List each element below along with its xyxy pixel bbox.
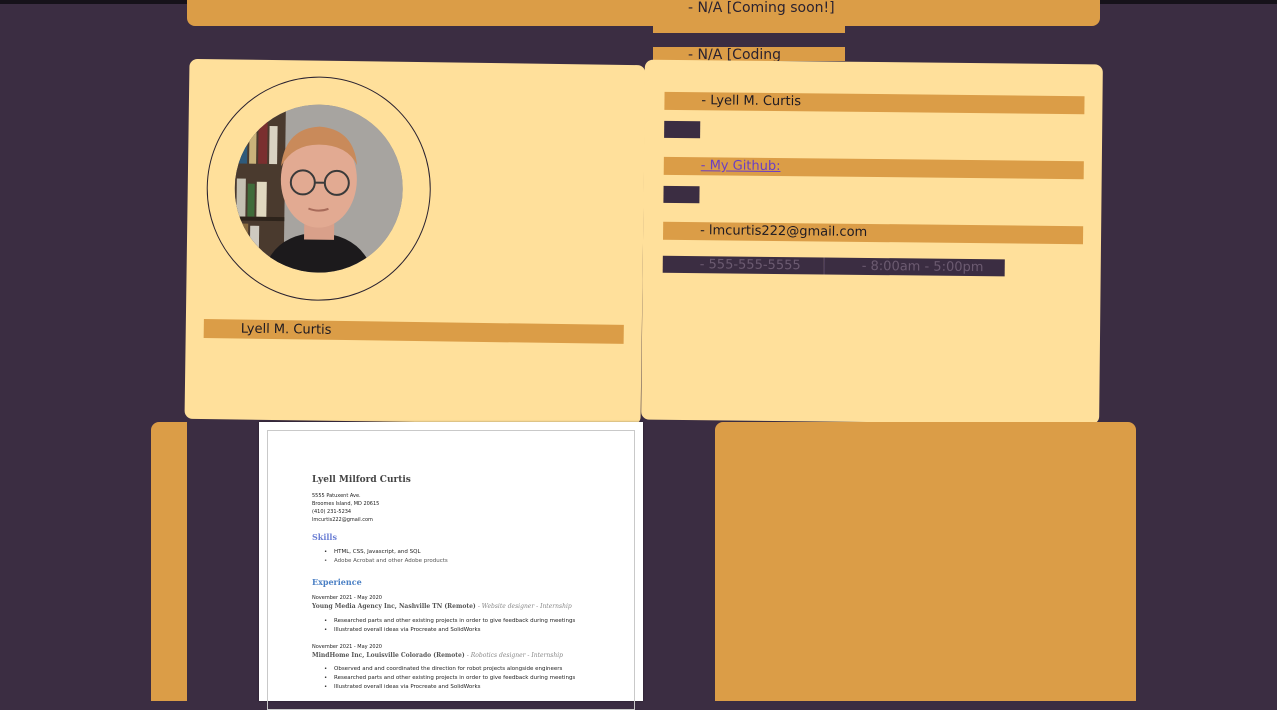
resume-preview[interactable]: Lyell Milford Curtis 5555 Patuxent Ave. … (259, 422, 643, 701)
bottom-right-panel (715, 422, 1136, 701)
contact-email: - lmcurtis222@gmail.com (663, 222, 1083, 244)
job-bullet: Illustrated overall ideas via Procreate … (334, 684, 481, 690)
github-link[interactable]: - My Github: (701, 158, 781, 174)
resume-name: Lyell Milford Curtis (312, 475, 411, 485)
divider-block (664, 121, 700, 138)
job-bullet: Researched parts and other existing proj… (334, 618, 575, 624)
job-bullet: Researched parts and other existing proj… (334, 675, 575, 681)
divider-block (663, 186, 699, 203)
github-row: - My Github: (664, 157, 1084, 179)
job-dates: November 2021 - May 2020 (312, 644, 382, 650)
job-bullet: Illustrated overall ideas via Procreate … (334, 627, 481, 633)
profile-card: Lyell M. Curtis (185, 59, 646, 425)
coming-soon-item: - N/A [Coming soon!] (653, 0, 845, 33)
skill-item: HTML, CSS, Javascript, and SQL (334, 549, 421, 555)
job-title: MindHome Inc, Louisville Colorado (Remot… (312, 652, 563, 659)
resume-page: Lyell Milford Curtis 5555 Patuxent Ave. … (267, 430, 635, 710)
resume-address-2: Broomes Island, MD 20615 (312, 501, 379, 507)
job-bullet: Observed and and coordinated the directi… (334, 666, 562, 672)
job-dates: November 2021 - May 2020 (312, 595, 382, 601)
resume-address-1: 5555 Patuxent Ave. (312, 493, 361, 499)
resume-skills-heading: Skills (312, 532, 337, 542)
resume-email: lmcurtis222@gmail.com (312, 517, 373, 523)
resume-experience-heading: Experience (312, 577, 362, 587)
resume-phone: (410) 231-5234 (312, 509, 351, 515)
skill-item: Adobe Acrobat and other Adobe products (334, 558, 448, 564)
contact-name: - Lyell M. Curtis (664, 92, 1084, 114)
contact-card: - Lyell M. Curtis - My Github: - lmcurti… (641, 60, 1103, 425)
bottom-left-panel (151, 422, 187, 701)
profile-name: Lyell M. Curtis (204, 319, 624, 344)
job-title: Young Media Agency Inc, Nashville TN (Re… (312, 603, 572, 610)
contact-phone: - 555-555-5555 (663, 256, 824, 275)
coding-item: - N/A [Coding (653, 47, 845, 61)
top-banner (187, 0, 1100, 26)
contact-hours: - 8:00am - 5:00pm (824, 257, 1005, 276)
